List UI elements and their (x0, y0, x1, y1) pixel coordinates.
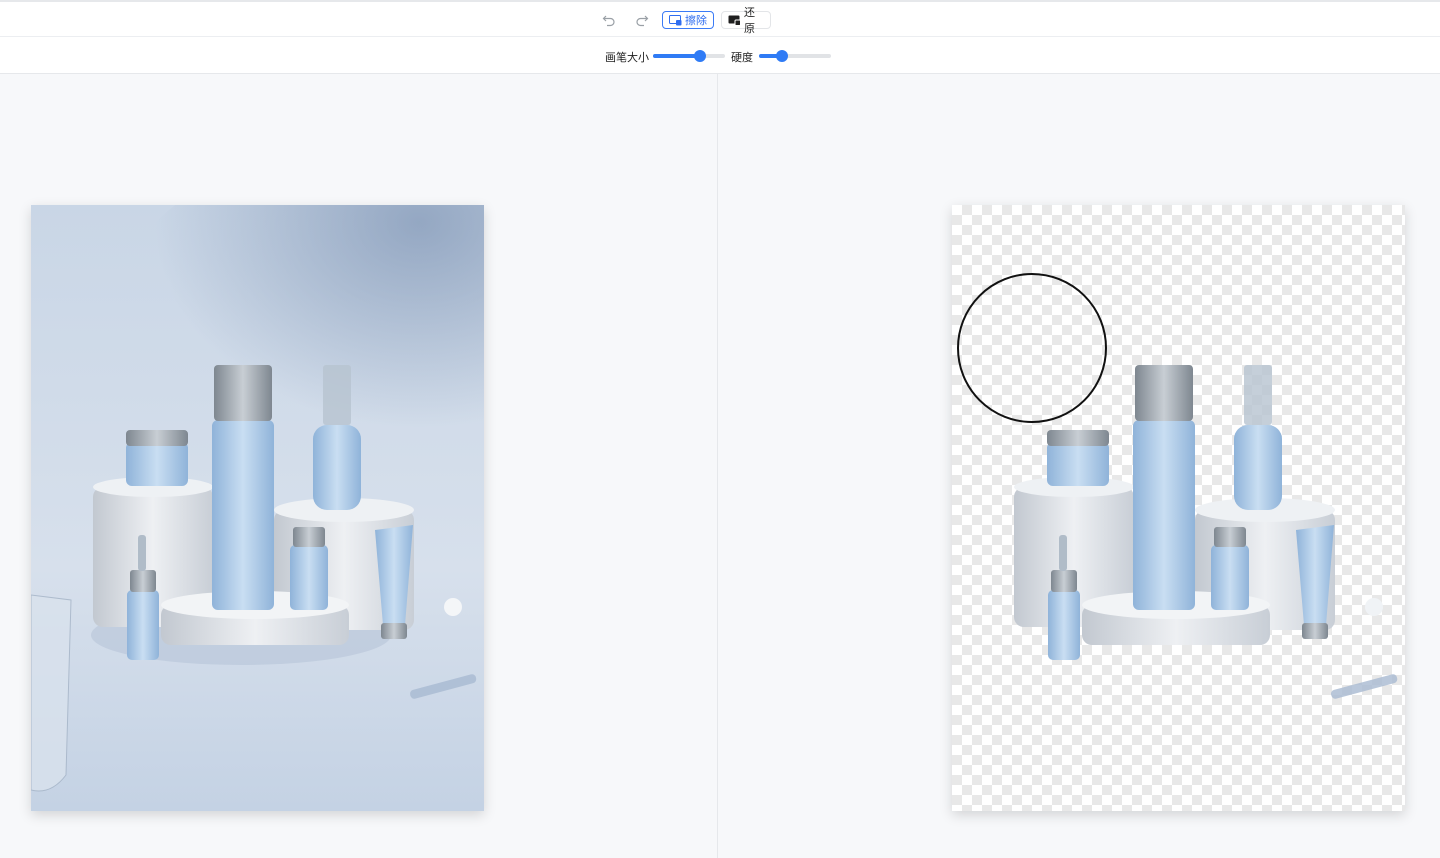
hardness-label: 硬度 (731, 52, 753, 64)
brush-settings-bar: 画笔大小 硬度 (0, 37, 1440, 74)
brush-size-fill (653, 54, 700, 58)
hardness-thumb[interactable] (776, 50, 789, 62)
original-image (31, 205, 484, 811)
restore-button[interactable]: 还原 (721, 7, 771, 35)
brush-size-thumb[interactable] (693, 50, 706, 62)
eraser-icon (669, 14, 682, 26)
brush-size-slider[interactable] (653, 50, 725, 62)
brush-size-label: 画笔大小 (605, 52, 649, 64)
restore-label: 还原 (744, 7, 755, 35)
canvas-divider (717, 74, 718, 858)
hardness-slider[interactable] (759, 50, 831, 62)
erase-button[interactable]: 擦除 (662, 11, 714, 29)
result-image[interactable] (952, 205, 1405, 811)
erase-label: 擦除 (685, 15, 707, 27)
redo-icon[interactable] (633, 11, 651, 29)
undo-icon[interactable] (600, 11, 618, 29)
restore-icon (728, 15, 741, 26)
product-cutout (1014, 365, 1398, 699)
top-toolbar: 擦除 还原 (0, 0, 1440, 37)
